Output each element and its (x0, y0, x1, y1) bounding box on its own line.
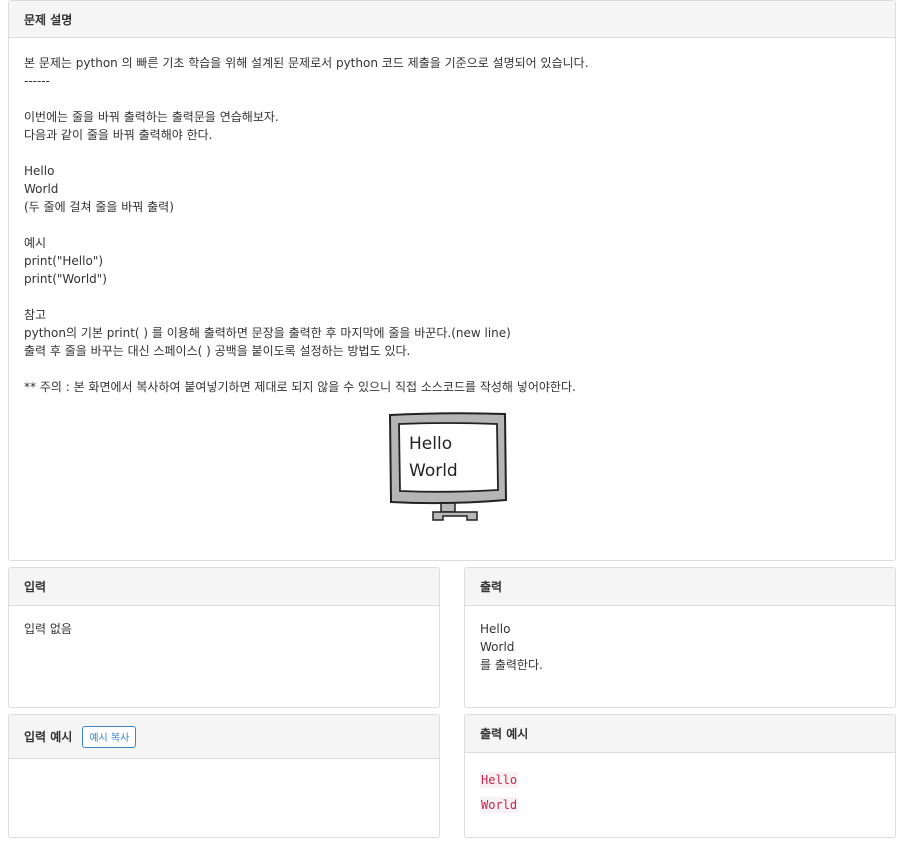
description-line: ** 주의 : 본 화면에서 복사하여 붙여넣기하면 제대로 되지 않을 수 있… (24, 380, 576, 394)
illustration-world-text: World (409, 461, 458, 481)
description-line: 참고 (24, 308, 47, 322)
sample-output-panel: 출력 예시 Hello World (464, 714, 896, 838)
illustration-hello-text: Hello (409, 434, 452, 454)
description-line: 다음과 같이 줄을 바꿔 출력해야 한다. (24, 128, 213, 142)
sample-input-body (9, 759, 439, 775)
problem-description-body: 본 문제는 python 의 빠른 기초 학습을 위해 설계된 문제로서 pyt… (9, 38, 895, 396)
description-line: (두 줄에 걸쳐 줄을 바꿔 출력) (24, 200, 174, 214)
input-line: 입력 없음 (24, 622, 72, 636)
sample-output-line: World (480, 797, 519, 813)
monitor-stand-base (432, 511, 478, 521)
output-title: 출력 (480, 580, 503, 594)
sample-output-line: Hello (480, 772, 519, 788)
problem-description-heading: 문제 설명 (9, 1, 895, 38)
sample-output-body: Hello World (465, 753, 895, 819)
description-line: 예시 (24, 236, 47, 250)
sample-input-panel: 입력 예시 예시 복사 (8, 714, 440, 838)
monitor-hello-world-illustration: Hello World (388, 412, 508, 521)
input-body: 입력 없음 (9, 606, 439, 638)
output-line: 를 출력한다. (480, 658, 543, 672)
output-line: World (480, 640, 515, 654)
description-line: python의 기본 print( ) 를 이용해 출력하면 문장을 출력한 후… (24, 326, 511, 340)
input-panel: 입력 입력 없음 (8, 567, 440, 708)
description-line: print("World") (24, 272, 107, 286)
output-panel: 출력 Hello World 를 출력한다. (464, 567, 896, 708)
description-line: World (24, 182, 59, 196)
output-line: Hello (480, 622, 511, 636)
description-line: Hello (24, 164, 55, 178)
output-body: Hello World 를 출력한다. (465, 606, 895, 674)
copy-sample-button[interactable]: 예시 복사 (82, 725, 137, 748)
sample-output-heading: 출력 예시 (465, 715, 895, 753)
sample-input-heading: 입력 예시 예시 복사 (9, 715, 439, 759)
problem-description-title: 문제 설명 (24, 12, 73, 27)
description-line: print("Hello") (24, 254, 104, 268)
description-line: 출력 후 줄을 바꾸는 대신 스페이스( ) 공백을 붙이도록 설정하는 방법도… (24, 344, 411, 358)
description-line: 본 문제는 python 의 빠른 기초 학습을 위해 설계된 문제로서 pyt… (24, 56, 589, 70)
input-heading: 입력 (9, 568, 439, 606)
sample-output-title: 출력 예시 (480, 727, 529, 741)
output-heading: 출력 (465, 568, 895, 606)
sample-input-title: 입력 예시 (24, 730, 73, 744)
input-title: 입력 (24, 580, 47, 594)
description-line: 이번에는 줄을 바꿔 출력하는 출력문을 연습해보자. (24, 110, 279, 124)
description-line: ------ (24, 74, 50, 88)
